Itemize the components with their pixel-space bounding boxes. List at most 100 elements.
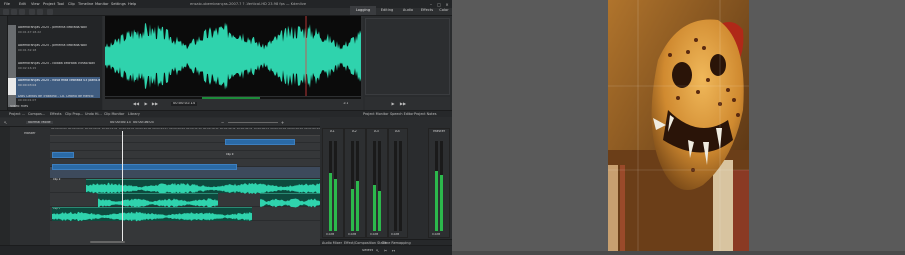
menu-clip[interactable]: Clip [68, 2, 75, 6]
play-icon[interactable]: ▶ [143, 100, 149, 106]
workspace-color-tab[interactable]: Color [436, 6, 452, 15]
ruler-tick-label: 00:00:40:12 [219, 128, 236, 130]
ruler-tick-label: 00:00:08:02 [84, 128, 101, 130]
level-meter [329, 141, 332, 231]
menu-monitor[interactable]: Monitor [95, 2, 109, 6]
menu-file[interactable]: File [4, 2, 10, 6]
mixer-channel: A4 0.0dB [388, 128, 408, 238]
save-project-icon[interactable] [19, 9, 25, 15]
clip-waveform-view[interactable] [105, 16, 361, 96]
clip-duration: 00:01:47:18.22 [18, 31, 42, 35]
forward-icon[interactable]: ▶▶ [152, 100, 158, 106]
channel-label: Master [433, 130, 446, 133]
monitor-timecode[interactable]: 00:00:01:14 [171, 102, 197, 106]
audio-waveform [260, 198, 320, 208]
tab-clip-monitor[interactable]: Clip Monitor [104, 112, 124, 116]
timeline-mode-select[interactable]: Normal Mode [26, 121, 53, 125]
tab-undo-history[interactable]: Undo Hi... [85, 112, 102, 116]
ruler-tick-label: 00:00:04:01 [67, 128, 84, 130]
play-icon[interactable]: ▶ [390, 100, 396, 106]
timeline-playhead[interactable] [122, 131, 123, 243]
audio-mixer: A1 0.0dB A2 0.0dB A3 0.0dB A4 0.0dB Mast… [320, 118, 452, 245]
tab-project[interactable]: Project ... [9, 112, 25, 116]
menu-view[interactable]: View [31, 2, 40, 6]
open-project-icon[interactable] [11, 9, 17, 15]
audio-clip[interactable]: Clip 3 [52, 207, 252, 222]
timeline-duration[interactable]: 00:00:36:03 [133, 121, 154, 124]
ruler-tick-label: 00:00:56:18 [287, 128, 304, 130]
channel-gain: 0.0dB [432, 233, 441, 236]
workspace-logging-tab[interactable]: Logging [350, 6, 376, 15]
project-monitor-toolbar: ▶ ▶▶ [365, 97, 450, 110]
viewer-bottom-bar [452, 251, 905, 255]
dock-tabs: Project ... Compos... Effects Clip Prop.… [0, 110, 452, 117]
audio-clip[interactable] [260, 193, 320, 208]
bin-sidebar [0, 16, 8, 110]
project-monitor-view[interactable] [365, 18, 450, 95]
audio-clip[interactable] [98, 193, 218, 208]
timeline-ruler[interactable]: 00:00:00:00 00:00:04:01 00:00:08:02 00:00:1… [50, 127, 320, 136]
level-meter [399, 141, 402, 231]
workspace-editing-tab[interactable]: Editing [376, 6, 398, 15]
forward-icon[interactable]: ▶▶ [400, 100, 406, 106]
monitor-zoom[interactable]: 1:1 [343, 102, 348, 105]
zoom-out-icon[interactable]: − [220, 120, 225, 125]
redo-icon[interactable] [37, 9, 43, 15]
workspace-effects-tab[interactable]: Effects [418, 6, 436, 15]
timeline-scrollbar[interactable] [90, 241, 125, 243]
tab-library[interactable]: Library [128, 112, 140, 116]
tab-clip-properties[interactable]: Clip Prop... [65, 112, 83, 116]
ruler-tick-label: 00:00:32:10 [186, 128, 202, 130]
ruler-tick-label: 00:00:44:14 [236, 128, 253, 130]
menu-tool[interactable]: Tool [57, 2, 64, 6]
timeline-toolbar: ↖ Normal Mode 00:00:00:13 00:00:36:03 − … [0, 118, 320, 127]
menu-settings[interactable]: Settings [111, 2, 126, 6]
ruler-tick-label: 00:01:00:19 [304, 128, 320, 130]
clip-thumbnail [8, 25, 16, 43]
workspace-audio-tab[interactable]: Audio [398, 6, 418, 15]
tab-project-monitor[interactable]: Project Monitor [363, 112, 389, 116]
video-clip[interactable]: Clip 2 [52, 164, 237, 181]
razor-tool-icon[interactable]: ✂ [383, 248, 388, 253]
video-clip[interactable]: Clip 1 [52, 152, 74, 169]
level-meter [378, 141, 381, 231]
level-meter [394, 141, 397, 231]
spacer-tool-icon[interactable]: ↔ [391, 248, 396, 253]
mixer-channel: A1 0.0dB [322, 128, 344, 238]
tab-compositions[interactable]: Compos... [28, 112, 45, 116]
ruler-tick-label: 00:00:00:00 [51, 128, 67, 130]
ruler-tick-label: 00:00:24:07 [152, 128, 169, 130]
list-item[interactable]: Dois Cantos de Trabalho - Co. Cebelo de … [8, 94, 100, 110]
select-tool-icon[interactable]: ↖ [3, 120, 8, 125]
menu-timeline[interactable]: Timeline [78, 2, 93, 6]
select-tool-icon[interactable]: ↖ [375, 248, 380, 253]
channel-gain: 0.0dB [370, 233, 379, 236]
render-icon[interactable] [47, 9, 53, 15]
zoom-in-icon[interactable]: + [280, 120, 285, 125]
timeline-timecode[interactable]: 00:00:00:13 [110, 121, 131, 124]
timeline-tracks[interactable]: Clip 0 Clip 1 Clip 2 Clip 3 [50, 136, 320, 245]
undo-icon[interactable] [29, 9, 35, 15]
level-meter [435, 141, 438, 231]
rewind-icon[interactable]: ◀◀ [133, 100, 139, 106]
menu-edit[interactable]: Edit [19, 2, 26, 6]
video-clip[interactable]: Clip 0 [225, 139, 295, 156]
channel-label: A1 [330, 130, 335, 133]
jaguar-mask-photo [608, 0, 749, 255]
menu-help[interactable]: Help [128, 2, 136, 6]
status-bar: Select ↖ ✂ ↔ [0, 245, 452, 255]
ruler-tick-label: 00:00:20:06 [135, 128, 152, 130]
new-project-icon[interactable] [3, 9, 9, 15]
tab-effects[interactable]: Effects [50, 112, 62, 116]
tab-project-notes[interactable]: Project Notes [414, 112, 436, 116]
bin-folder-label[interactable]: Video Files [10, 105, 28, 108]
tab-speech-editor[interactable]: Speech Editor [390, 112, 414, 116]
master-label: Master [24, 132, 36, 135]
clip-duration: 00:00:03:04 [18, 84, 37, 88]
clip-thumbnail [8, 61, 16, 79]
menu-project[interactable]: Project [43, 2, 55, 6]
monitor-progress-track[interactable] [105, 97, 361, 99]
zoom-slider[interactable] [228, 122, 278, 123]
status-text: Select [362, 249, 374, 252]
ruler-tick-label: 00:00:36:11 [202, 128, 219, 130]
